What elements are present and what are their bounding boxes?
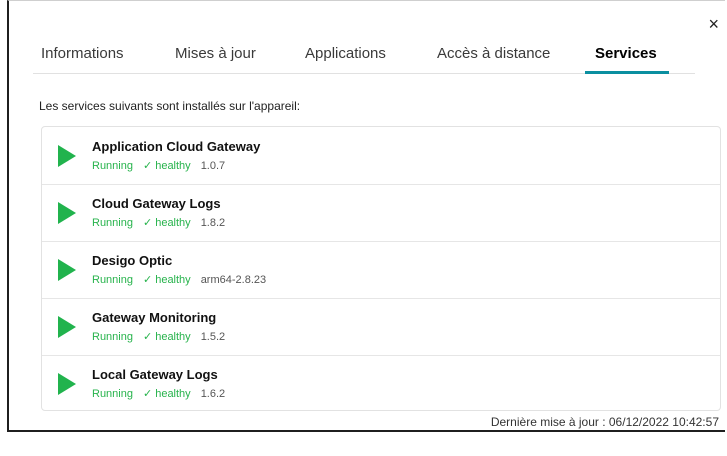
last-update-text: Dernière mise à jour : 06/12/2022 10:42:… — [490, 415, 719, 429]
service-meta: Running ✓ healthy 1.0.7 — [92, 159, 225, 172]
service-row[interactable]: Cloud Gateway Logs Running ✓ healthy 1.8.2 — [42, 184, 720, 242]
service-version: 1.6.2 — [200, 388, 226, 400]
tab-services-label: Services — [595, 45, 657, 62]
close-icon[interactable]: × — [708, 15, 719, 33]
check-icon: ✓ — [142, 388, 153, 400]
active-tab-indicator — [585, 71, 669, 74]
service-row[interactable]: Gateway Monitoring Running ✓ healthy 1.5.2 — [42, 298, 720, 356]
service-meta: Running ✓ healthy arm64-2.8.23 — [92, 273, 266, 286]
service-name: Gateway Monitoring — [92, 310, 217, 325]
play-icon — [58, 259, 76, 281]
tab-bar: Informations Mises à jour Applications A… — [33, 29, 695, 74]
service-meta: Running ✓ healthy 1.6.2 — [92, 387, 225, 400]
tab-mises-a-jour[interactable]: Mises à jour — [175, 45, 256, 73]
service-status: Running — [92, 274, 133, 286]
service-health: healthy — [155, 388, 191, 400]
tab-informations[interactable]: Informations — [41, 45, 124, 73]
service-health: healthy — [155, 274, 191, 286]
service-status: Running — [92, 217, 133, 229]
intro-text: Les services suivants sont installés sur… — [39, 99, 301, 113]
service-status: Running — [92, 331, 133, 343]
service-version: 1.0.7 — [200, 160, 226, 172]
check-icon: ✓ — [142, 160, 153, 172]
service-meta: Running ✓ healthy 1.5.2 — [92, 330, 225, 343]
tab-applications[interactable]: Applications — [305, 45, 386, 73]
play-icon — [58, 373, 76, 395]
tab-services[interactable]: Services — [585, 45, 669, 74]
service-status: Running — [92, 388, 133, 400]
service-health: healthy — [155, 160, 191, 172]
service-row[interactable]: Local Gateway Logs Running ✓ healthy 1.6.2 — [42, 355, 720, 412]
service-health: healthy — [155, 217, 191, 229]
service-meta: Running ✓ healthy 1.8.2 — [92, 216, 225, 229]
check-icon: ✓ — [142, 274, 153, 286]
service-name: Application Cloud Gateway — [92, 139, 261, 154]
play-icon — [58, 202, 76, 224]
service-version: 1.5.2 — [200, 331, 226, 343]
service-row[interactable]: Desigo Optic Running ✓ healthy arm64-2.8.23 — [42, 241, 720, 299]
service-name: Desigo Optic — [92, 253, 173, 268]
services-dialog: × Informations Mises à jour Applications… — [7, 0, 725, 432]
check-icon: ✓ — [142, 217, 153, 229]
service-version: arm64-2.8.23 — [200, 274, 267, 286]
service-name: Local Gateway Logs — [92, 367, 218, 382]
service-row[interactable]: Application Cloud Gateway Running ✓ health… — [42, 127, 720, 185]
service-version: 1.8.2 — [200, 217, 226, 229]
service-health: healthy — [155, 331, 191, 343]
play-icon — [58, 316, 76, 338]
check-icon: ✓ — [142, 331, 153, 343]
service-status: Running — [92, 160, 133, 172]
play-icon — [58, 145, 76, 167]
services-list: Application Cloud Gateway Running ✓ health… — [41, 126, 721, 411]
tab-acces-a-distance[interactable]: Accès à distance — [437, 45, 550, 73]
service-name: Cloud Gateway Logs — [92, 196, 221, 211]
